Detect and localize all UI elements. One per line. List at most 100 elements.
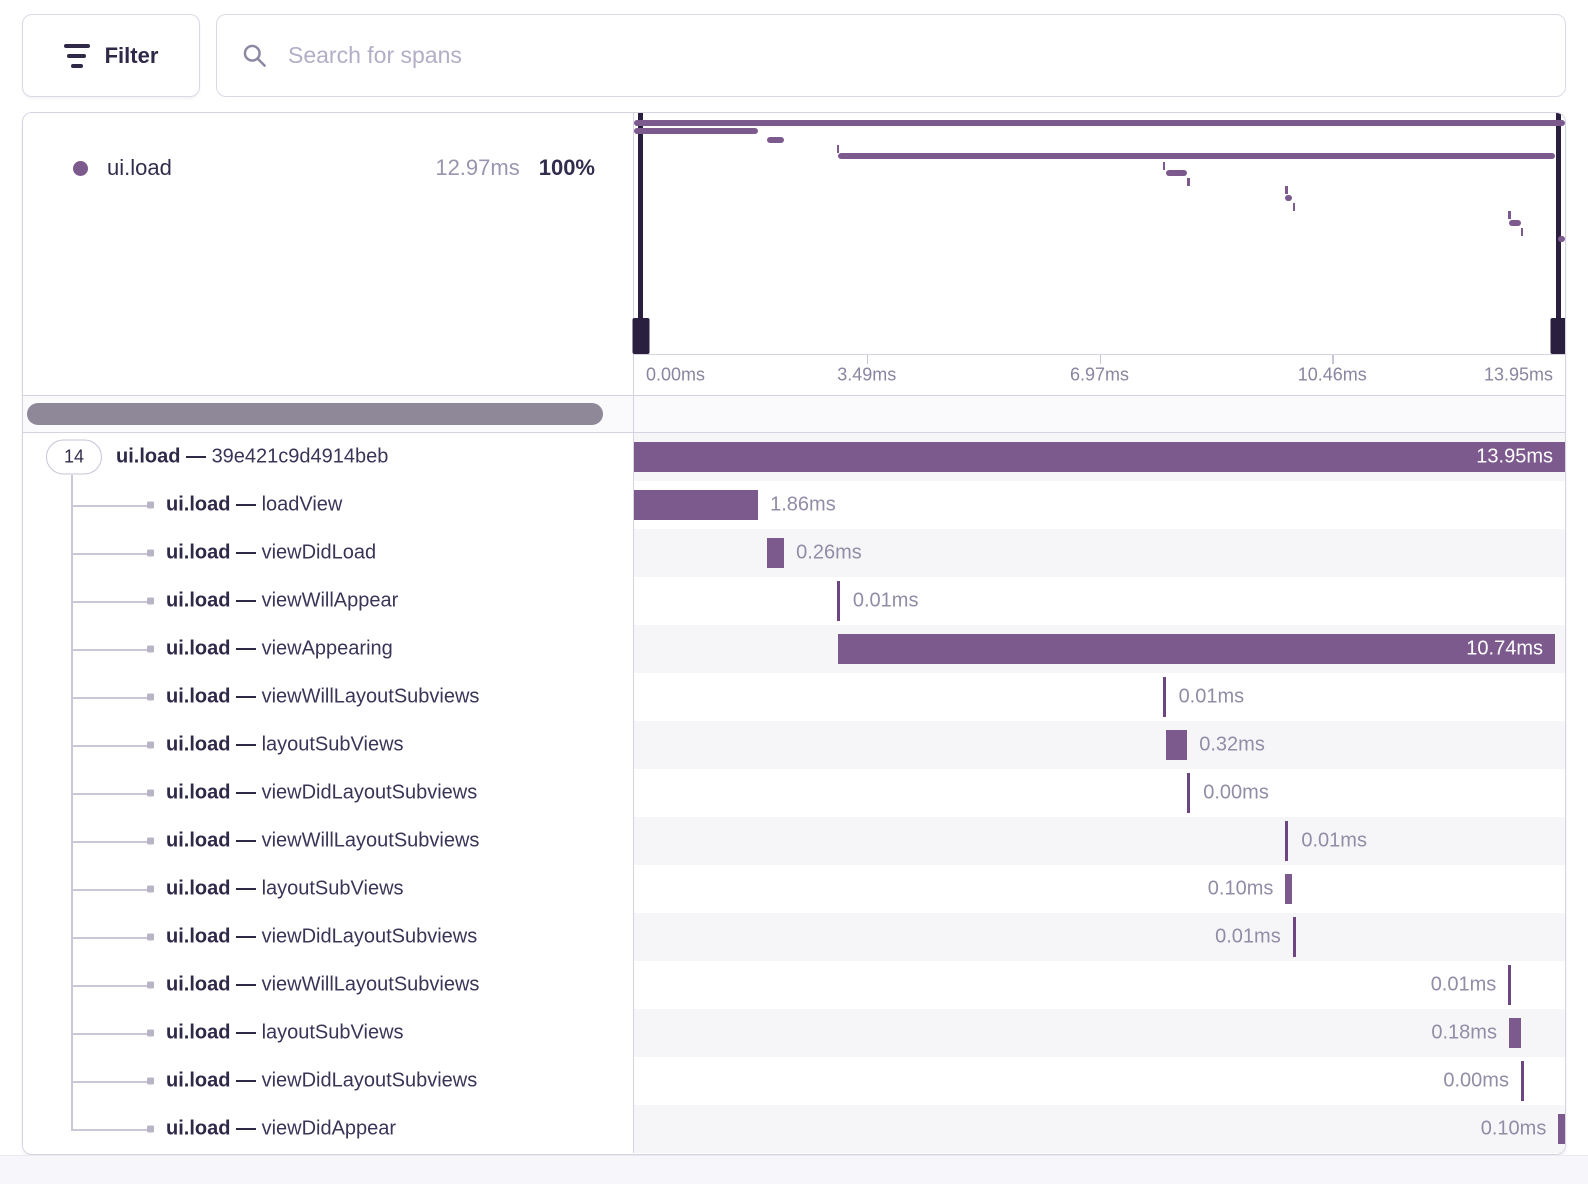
span-tree-cell[interactable]: ui.load — viewDidLoad [23,529,634,577]
tree-connector-dot [147,1126,154,1133]
minimap-right-handle[interactable] [1556,113,1561,354]
tree-connector-branch [71,793,147,795]
tree-connector-dot [147,550,154,557]
span-duration-tick[interactable] [1293,917,1296,957]
span-row[interactable]: 14ui.load — 39e421c9d4914beb13.95ms [23,433,1565,481]
axis-tick-label: 0.00ms [646,365,705,386]
span-duration-bar[interactable] [1285,874,1292,904]
span-row[interactable]: ui.load — layoutSubViews0.10ms [23,865,1565,913]
span-waterfall-cell[interactable]: 13.95ms [634,433,1565,481]
span-waterfall-cell[interactable]: 0.10ms [634,865,1565,913]
span-tree-cell[interactable]: ui.load — viewAppearing [23,625,634,673]
tree-connector-branch [71,697,147,699]
span-row[interactable]: ui.load — viewWillLayoutSubviews 0.01ms [23,817,1565,865]
legend-duration: 12.97ms [435,155,519,181]
span-waterfall-cell[interactable]: 10.74ms [634,625,1565,673]
span-row[interactable]: ui.load — viewDidLayoutSubviews0.00ms [23,769,1565,817]
span-row[interactable]: ui.load — viewWillAppear 0.01ms [23,577,1565,625]
span-duration-bar[interactable] [1558,1114,1565,1144]
span-waterfall-cell[interactable]: 0.18ms [634,1009,1565,1057]
span-duration-bar[interactable]: 13.95ms [634,442,1565,472]
minimap-left-grip[interactable] [632,318,649,354]
scrollbar-row [23,395,1565,433]
span-row[interactable]: ui.load — layoutSubViews0.32ms [23,721,1565,769]
span-label: ui.load — viewWillLayoutSubviews [166,974,479,997]
span-tree-cell[interactable]: ui.load — viewWillLayoutSubviews [23,673,634,721]
minimap-right-grip[interactable] [1550,318,1566,354]
span-tree-cell[interactable]: ui.load — viewWillAppear [23,577,634,625]
span-duration-tick[interactable] [1163,677,1166,717]
span-waterfall-cell[interactable]: 0.00ms [634,1057,1565,1105]
span-row[interactable]: ui.load — viewAppearing 10.74ms [23,625,1565,673]
span-tree-cell[interactable]: ui.load — viewDidLayoutSubviews [23,769,634,817]
span-duration-tick[interactable] [1521,1061,1524,1101]
magnifier-icon [241,42,268,69]
span-waterfall-cell[interactable]: 0.01ms [634,913,1565,961]
span-tree-cell[interactable]: ui.load — viewDidLayoutSubviews [23,1057,634,1105]
tree-connector-dot [147,886,154,893]
span-tree-cell[interactable]: ui.load — viewDidLayoutSubviews [23,913,634,961]
span-label: ui.load — viewDidAppear [166,1118,396,1141]
span-waterfall-cell[interactable]: 0.01ms [634,577,1565,625]
span-duration-tick[interactable] [1508,965,1511,1005]
span-waterfall-cell[interactable]: 0.01ms [634,817,1565,865]
minimap-left-handle[interactable] [638,113,643,354]
span-duration-tick[interactable] [837,581,840,621]
span-tree-cell[interactable]: ui.load — viewDidAppear [23,1105,634,1153]
span-tree-cell[interactable]: ui.load — layoutSubViews [23,865,634,913]
span-row[interactable]: ui.load — viewDidAppear 0.10ms [23,1105,1565,1153]
span-row[interactable]: ui.load — loadView1.86ms [23,481,1565,529]
span-waterfall-cell[interactable]: 1.86ms [634,481,1565,529]
span-duration-bar[interactable]: 10.74ms [838,634,1555,664]
span-tree-cell[interactable]: ui.load — layoutSubViews [23,1009,634,1057]
span-search-box[interactable] [216,14,1566,97]
span-waterfall-cell[interactable]: 0.01ms [634,673,1565,721]
span-duration-tick[interactable] [1285,821,1288,861]
search-input[interactable] [286,41,1541,70]
minimap[interactable] [634,113,1565,354]
span-row[interactable]: ui.load — viewDidLoad0.26ms [23,529,1565,577]
span-row[interactable]: ui.load — viewWillLayoutSubviews 0.01ms [23,961,1565,1009]
span-waterfall-cell[interactable]: 0.10ms [634,1105,1565,1153]
filter-button[interactable]: Filter [22,14,200,97]
tree-connector-dot [147,838,154,845]
span-row[interactable]: ui.load — viewDidLayoutSubviews0.01ms [23,913,1565,961]
span-tree-cell[interactable]: ui.load — layoutSubViews [23,721,634,769]
tree-connector-dot [147,742,154,749]
legend-row[interactable]: ui.load 12.97ms 100% [73,155,595,181]
page-background-strip [0,1155,1588,1184]
span-tree-cell[interactable]: 14ui.load — 39e421c9d4914beb [23,433,634,481]
span-tree-cell[interactable]: ui.load — loadView [23,481,634,529]
span-duration-tick[interactable] [1187,773,1190,813]
duration-label: 0.10ms [1481,1118,1547,1141]
duration-label: 0.01ms [853,590,919,613]
minimap-span [837,145,840,153]
span-row[interactable]: ui.load — viewWillLayoutSubviews0.01ms [23,673,1565,721]
child-count-badge[interactable]: 14 [46,440,102,475]
span-tree-cell[interactable]: ui.load — viewWillLayoutSubviews [23,817,634,865]
tree-connector-branch [71,649,147,651]
duration-label: 10.74ms [1466,638,1543,661]
tree-scrollbar-thumb[interactable] [27,403,603,425]
span-label: ui.load — viewAppearing [166,638,393,661]
span-label: ui.load — layoutSubViews [166,1022,404,1045]
span-duration-bar[interactable] [634,490,758,520]
span-duration-bar[interactable] [1509,1018,1521,1048]
span-row[interactable]: ui.load — layoutSubViews 0.18ms [23,1009,1565,1057]
axis-tickmark [867,355,869,364]
tree-connector-branch [71,841,147,843]
tree-scrollbar-track[interactable] [23,396,634,432]
span-waterfall-cell[interactable]: 0.01ms [634,961,1565,1009]
span-waterfall-cell[interactable]: 0.00ms [634,769,1565,817]
minimap-span [1187,178,1190,186]
span-waterfall-cell[interactable]: 0.26ms [634,529,1565,577]
span-duration-bar[interactable] [1166,730,1187,760]
axis-tickmark [1332,355,1334,364]
span-duration-bar[interactable] [767,538,784,568]
span-tree-cell[interactable]: ui.load — viewWillLayoutSubviews [23,961,634,1009]
duration-label: 0.00ms [1443,1070,1509,1093]
minimap-span [1293,203,1296,211]
span-waterfall-cell[interactable]: 0.32ms [634,721,1565,769]
span-label: ui.load — viewWillLayoutSubviews [166,830,479,853]
span-row[interactable]: ui.load — viewDidLayoutSubviews 0.00ms [23,1057,1565,1105]
